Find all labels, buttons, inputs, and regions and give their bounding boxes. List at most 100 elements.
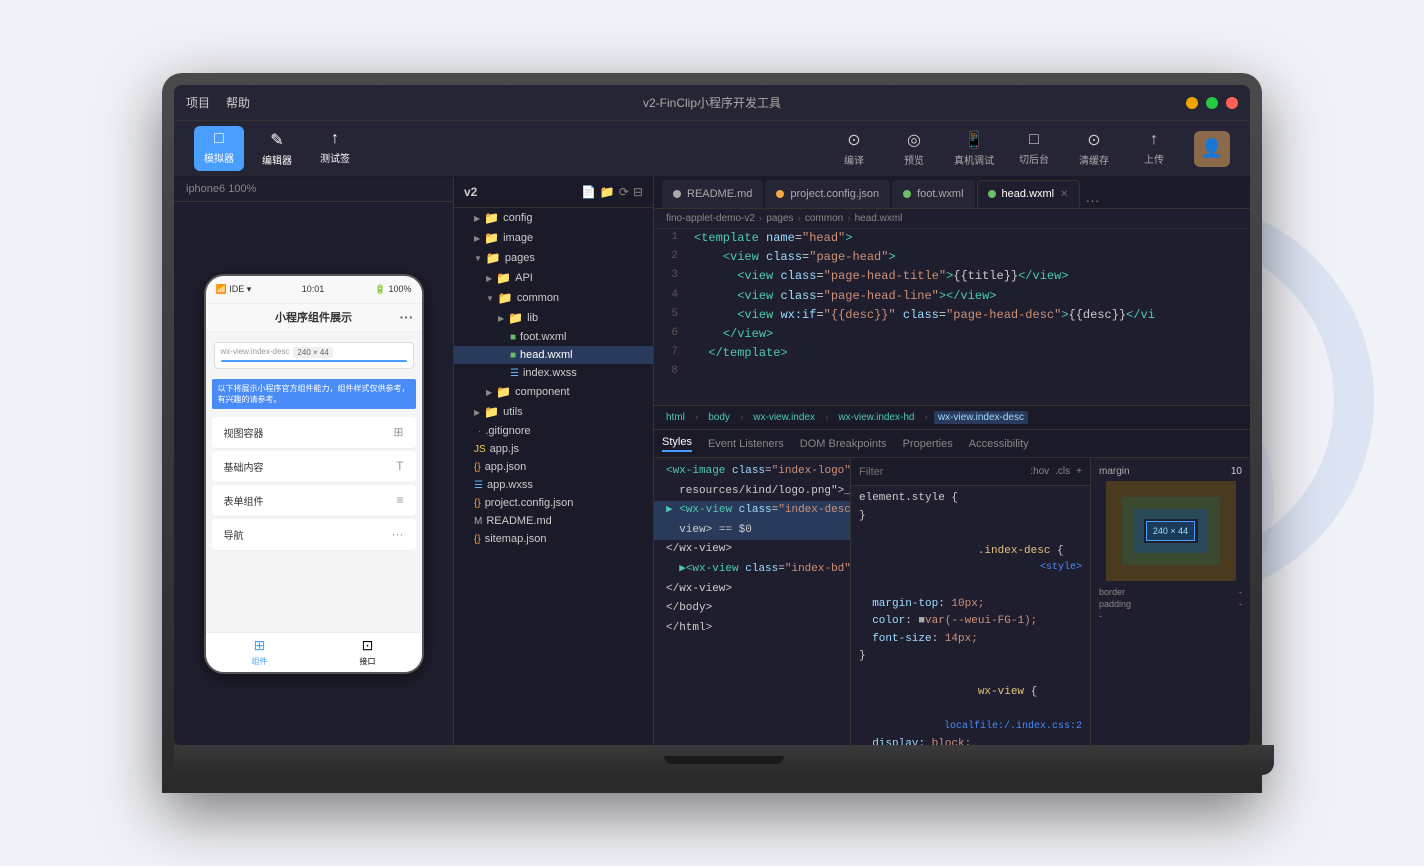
new-file-icon[interactable]: 📄 bbox=[581, 185, 596, 199]
tree-item-api[interactable]: ▶ 📁 API bbox=[454, 268, 653, 288]
elem-tag-body[interactable]: body bbox=[704, 411, 734, 424]
phone-menu-item-1[interactable]: 基础内容 T bbox=[212, 451, 416, 483]
phone-menu-item-3[interactable]: 导航 ··· bbox=[212, 519, 416, 551]
tree-item-label: API bbox=[515, 272, 533, 284]
line-number: 3 bbox=[654, 267, 686, 286]
elem-tag-wxviewindexhd[interactable]: wx-view.index-hd bbox=[834, 411, 918, 424]
html-source-view[interactable]: <wx-image class="index-logo" src="../res… bbox=[654, 458, 850, 745]
phone-menu-item-0[interactable]: 视图容器 ⊞ bbox=[212, 417, 416, 449]
tree-item-utils[interactable]: ▶ 📁 utils bbox=[454, 402, 653, 422]
menu-item-icon-2: ≡ bbox=[396, 493, 403, 507]
style-rule-element-close: } bbox=[859, 508, 1082, 526]
tree-item-projectjson[interactable]: {} project.config.json bbox=[454, 494, 653, 512]
tree-item-gitignore[interactable]: · .gitignore bbox=[454, 422, 653, 440]
close-button[interactable] bbox=[1226, 97, 1238, 109]
background-action[interactable]: □ 切后台 bbox=[1014, 131, 1054, 166]
preview-action[interactable]: ◎ 预览 bbox=[894, 130, 934, 167]
breadcrumb-part-1: pages bbox=[766, 213, 793, 224]
refresh-icon[interactable]: ⟳ bbox=[619, 185, 629, 199]
status-battery: 🔋 100% bbox=[375, 284, 412, 295]
tree-item-appjs[interactable]: JS app.js bbox=[454, 440, 653, 458]
phone-menu-list: 视图容器 ⊞ 基础内容 T 表单组件 ≡ bbox=[206, 417, 422, 551]
devtools-tab-accessibility[interactable]: Accessibility bbox=[969, 438, 1029, 450]
tree-item-config[interactable]: ▶ 📁 config bbox=[454, 208, 653, 228]
tree-item-lib[interactable]: ▶ 📁 lib bbox=[454, 308, 653, 328]
expand-icon: ▼ bbox=[486, 294, 494, 303]
tree-item-label: head.wxml bbox=[520, 349, 573, 361]
editor-tab-projectjson[interactable]: project.config.json bbox=[765, 180, 890, 208]
elem-tag-wxviewindexdesc[interactable]: wx-view.index-desc bbox=[934, 411, 1028, 424]
tree-item-label: component bbox=[515, 386, 569, 398]
tree-item-appwxss[interactable]: ☰ app.wxss bbox=[454, 476, 653, 494]
code-line-7: 7 </template> bbox=[654, 344, 1250, 363]
filter-plus[interactable]: + bbox=[1076, 466, 1082, 477]
phone-menu-item-2[interactable]: 表单组件 ≡ bbox=[212, 485, 416, 517]
tree-item-pages[interactable]: ▼ 📁 pages bbox=[454, 248, 653, 268]
devtools-tab-eventlisteners[interactable]: Event Listeners bbox=[708, 438, 784, 450]
editor-breadcrumb: fino-applet-demo-v2 › pages › common › h… bbox=[654, 209, 1250, 229]
style-rule-indexdesc: .index-desc { <style> bbox=[859, 525, 1082, 595]
maximize-button[interactable] bbox=[1206, 97, 1218, 109]
filter-cls[interactable]: .cls bbox=[1055, 466, 1070, 477]
code-editor[interactable]: 1 <template name="head"> 2 <view class="… bbox=[654, 229, 1250, 405]
line-number: 2 bbox=[654, 248, 686, 267]
editor-tab-readme[interactable]: README.md bbox=[662, 180, 763, 208]
tree-item-label: utils bbox=[503, 406, 523, 418]
tree-item-image[interactable]: ▶ 📁 image bbox=[454, 228, 653, 248]
compile-action[interactable]: ⊙ 编译 bbox=[834, 130, 874, 167]
phone-desc-box: wx-view.index-desc 240 × 44 bbox=[214, 342, 414, 369]
phone-tab-0[interactable]: ⊞ 组件 bbox=[206, 633, 314, 672]
phone-desc-label: wx-view.index-desc bbox=[221, 347, 290, 356]
tree-item-foot-wxml[interactable]: ■ foot.wxml bbox=[454, 328, 653, 346]
upload-action[interactable]: ↑ 上传 bbox=[1134, 131, 1174, 166]
toolbar-test-button[interactable]: ↑ 测试签 bbox=[310, 126, 360, 171]
elem-tag-html[interactable]: html bbox=[662, 411, 689, 424]
minimize-button[interactable] bbox=[1186, 97, 1198, 109]
devtools-tab-dombreakpoints[interactable]: DOM Breakpoints bbox=[800, 438, 887, 450]
file-tree-panel: v2 📄 📁 ⟳ ⊟ ▶ 📁 config bbox=[454, 177, 654, 745]
tree-item-appjson[interactable]: {} app.json bbox=[454, 458, 653, 476]
phone-tab-1[interactable]: ⊡ 接口 bbox=[314, 633, 422, 672]
breadcrumb-part-0: fino-applet-demo-v2 bbox=[666, 213, 755, 224]
new-folder-icon[interactable]: 📁 bbox=[600, 185, 615, 199]
tab-close-icon[interactable]: ✕ bbox=[1060, 189, 1068, 200]
tree-item-label: foot.wxml bbox=[520, 331, 566, 343]
devtools-tab-styles[interactable]: Styles bbox=[662, 436, 692, 452]
collapse-icon[interactable]: ⊟ bbox=[633, 185, 643, 199]
filter-pseudo[interactable]: :hov bbox=[1030, 466, 1049, 477]
tab-dot bbox=[988, 190, 996, 198]
editor-tab-headwxml[interactable]: head.wxml ✕ bbox=[977, 180, 1080, 208]
tree-item-index-wxss[interactable]: ☰ index.wxss bbox=[454, 364, 653, 382]
tree-item-head-wxml[interactable]: ■ head.wxml bbox=[454, 346, 653, 364]
device-debug-action[interactable]: 📱 真机调试 bbox=[954, 130, 994, 167]
border-label: border bbox=[1099, 587, 1125, 597]
wxss-file-icon: ☰ bbox=[474, 480, 483, 491]
preview-label: 预览 bbox=[904, 152, 924, 167]
box-model-panel: margin 10 bbox=[1090, 458, 1250, 745]
tree-item-sitemapjson[interactable]: {} sitemap.json bbox=[454, 530, 653, 548]
html-line-4: </wx-view> bbox=[654, 540, 850, 560]
phone-more-button[interactable]: ··· bbox=[400, 309, 414, 325]
user-avatar[interactable]: 👤 bbox=[1194, 131, 1230, 167]
tree-item-label: lib bbox=[527, 312, 538, 324]
bottom-pane: html › body › wx-view.index › wx-view.in… bbox=[654, 405, 1250, 745]
tree-item-readme[interactable]: M README.md bbox=[454, 512, 653, 530]
elem-tag-wxviewindex[interactable]: wx-view.index bbox=[749, 411, 819, 424]
upload-icon: ↑ bbox=[1150, 131, 1158, 149]
clear-cache-action[interactable]: ⊙ 清缓存 bbox=[1074, 130, 1114, 167]
style-prop-fontsize: font-size: 14px; bbox=[859, 631, 1082, 649]
menu-help[interactable]: 帮助 bbox=[226, 94, 250, 111]
more-tabs-button[interactable]: ··· bbox=[1086, 192, 1100, 208]
devtools-tab-properties[interactable]: Properties bbox=[903, 438, 953, 450]
tab-dot bbox=[673, 190, 681, 198]
tree-item-component[interactable]: ▶ 📁 component bbox=[454, 382, 653, 402]
toolbar-simulator-button[interactable]: □ 模拟器 bbox=[194, 126, 244, 171]
styles-filter-input[interactable] bbox=[859, 466, 1024, 478]
background-label: 切后台 bbox=[1019, 151, 1049, 166]
toolbar-editor-button[interactable]: ✎ 编辑器 bbox=[252, 126, 302, 171]
editor-tab-footwxml[interactable]: foot.wxml bbox=[892, 180, 974, 208]
tree-item-label: pages bbox=[505, 252, 535, 264]
tree-item-common[interactable]: ▼ 📁 common bbox=[454, 288, 653, 308]
phone-desc-size: 240 × 44 bbox=[293, 347, 332, 358]
menu-project[interactable]: 项目 bbox=[186, 94, 210, 111]
